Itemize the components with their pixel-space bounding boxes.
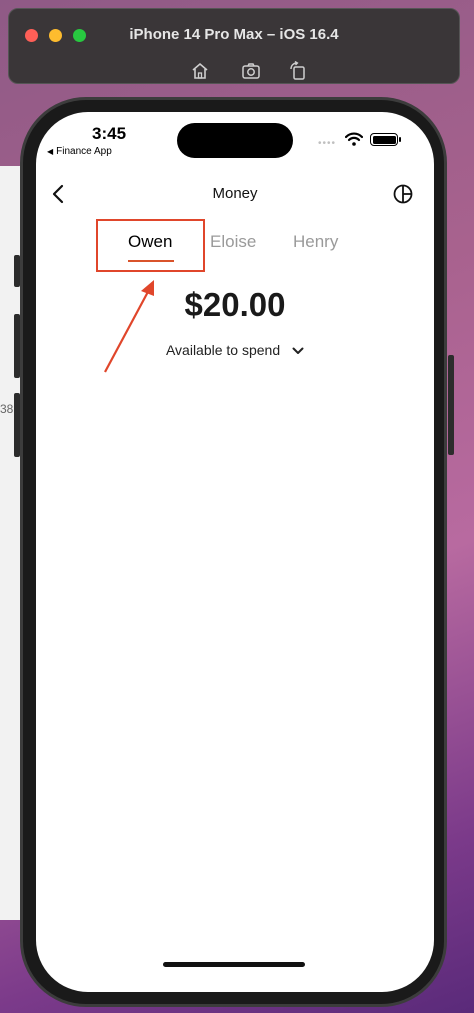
home-indicator[interactable]: [163, 962, 305, 967]
back-to-app-link[interactable]: ◀ Finance App: [47, 146, 112, 157]
chevron-down-icon: [292, 347, 304, 355]
battery-icon: [370, 133, 398, 146]
phone-screen: 3:45 ◀ Finance App •••• Money Owen Eloise…: [36, 112, 434, 992]
home-icon[interactable]: [190, 61, 210, 81]
page-title: Money: [212, 185, 258, 202]
simulator-title: iPhone 14 Pro Max – iOS 16.4: [129, 26, 339, 43]
battery-cap: [399, 137, 401, 142]
balance-amount: $20.00: [184, 286, 286, 323]
simulator-titlebar: iPhone 14 Pro Max – iOS 16.4: [8, 8, 460, 84]
available-to-spend-label: Available to spend: [165, 342, 281, 358]
annotation-highlight-box: [96, 219, 205, 272]
volume-up-button: [14, 314, 20, 378]
rotate-icon[interactable]: [288, 60, 308, 81]
pie-chart-icon[interactable]: [393, 184, 413, 204]
dynamic-island: [177, 123, 293, 158]
mute-switch: [14, 255, 20, 287]
available-to-spend-dropdown[interactable]: Available to spend: [36, 342, 434, 358]
status-indicators: ••••: [318, 132, 408, 149]
screenshot-icon[interactable]: [241, 61, 261, 81]
tab-eloise[interactable]: Eloise: [210, 232, 256, 252]
volume-down-button: [14, 393, 20, 457]
background-window-text: 38: [0, 402, 14, 416]
wifi-icon: [345, 132, 363, 146]
back-triangle-icon: ◀: [47, 147, 54, 156]
tab-henry[interactable]: Henry: [293, 232, 338, 252]
side-button: [448, 355, 454, 455]
back-to-app-label: Finance App: [56, 146, 112, 157]
status-time: 3:45: [92, 124, 127, 143]
signal-dots-icon: ••••: [318, 138, 337, 149]
